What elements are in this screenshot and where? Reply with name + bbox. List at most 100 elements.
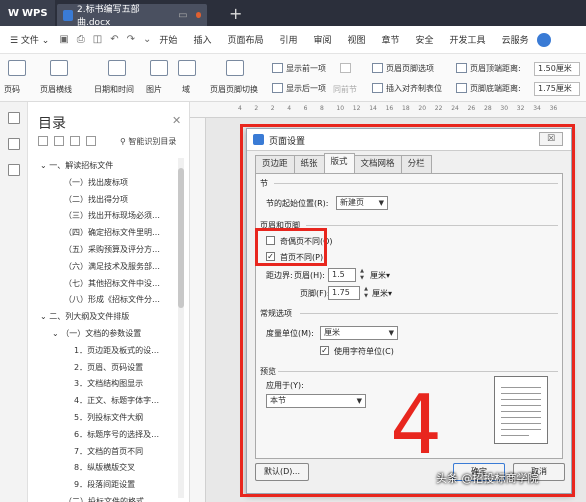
tab-margins[interactable]: 页边距 — [255, 155, 295, 173]
smart-toc-label: 智能识别目录 — [128, 137, 177, 146]
menu-start[interactable]: 开始 — [159, 33, 177, 46]
menu-dev-tools[interactable]: 开发工具 — [450, 33, 486, 46]
header-distance-label: 页眉(H): — [294, 271, 325, 280]
toc-item[interactable]: （八）形成《招标文件分… — [28, 292, 178, 309]
chevron-down-icon[interactable]: ⌄ — [143, 34, 151, 45]
toc-list: ⌄ 一、解读招标文件 （一）找出废标项 （二）找出得分项 （三）找出开标现场必须… — [28, 158, 178, 502]
header-top-input[interactable]: 1.50厘米 — [534, 62, 580, 76]
toc-item[interactable]: ⌄ 二、列大纲及文件排版 — [28, 309, 178, 326]
menu-review[interactable]: 审阅 — [313, 33, 331, 46]
toc-item[interactable]: 4．正文、标题字体字… — [28, 393, 178, 410]
print-icon[interactable]: ⎙ — [77, 34, 85, 45]
field-button[interactable]: 域 — [182, 84, 190, 95]
hf-options-icon — [372, 63, 383, 73]
show-next-button[interactable]: 显示后一项 — [286, 83, 326, 94]
dialog-close-button[interactable]: ☒ — [539, 132, 563, 146]
header-line-icon[interactable] — [50, 60, 68, 76]
field-icon[interactable] — [178, 60, 196, 76]
page-number-button[interactable]: 页码 — [4, 84, 20, 95]
hf-options-button[interactable]: 页眉页脚选项 — [386, 63, 434, 74]
toc-item[interactable]: （一）找出废标项 — [28, 175, 178, 192]
toc-item[interactable]: （六）满足技术及服务部… — [28, 259, 178, 276]
menu-references[interactable]: 引用 — [279, 33, 297, 46]
same-prev-button[interactable]: 同前节 — [333, 84, 357, 95]
toc-expand-icon[interactable] — [38, 136, 48, 146]
tab-columns[interactable]: 分栏 — [400, 155, 432, 173]
toc-scroll-thumb[interactable] — [178, 168, 184, 308]
menu-insert[interactable]: 插入 — [193, 33, 211, 46]
header-footer-switch-button[interactable]: 页眉页脚切换 — [210, 84, 258, 95]
toc-item[interactable]: （二）投标文件的格式 — [28, 494, 178, 502]
redo-icon[interactable]: ↷ — [127, 34, 135, 45]
apply-to-select[interactable]: 本节 ▼ — [266, 394, 366, 408]
step-number-annotation: 4 — [390, 378, 443, 473]
picture-button[interactable]: 图片 — [146, 84, 162, 95]
default-button[interactable]: 默认(D)... — [255, 463, 309, 481]
undo-icon[interactable]: ↶ — [110, 34, 118, 45]
bookmark-icon[interactable] — [8, 164, 20, 176]
toc-item[interactable]: 1．页边距及板式的设… — [28, 343, 178, 360]
menu-chapter[interactable]: 章节 — [382, 33, 400, 46]
header-spin-icon[interactable]: ▲ ▼ — [358, 268, 366, 282]
header-unit[interactable]: 厘米▾ — [370, 270, 390, 281]
ruler-tick-label: 4 — [287, 105, 292, 112]
section-start-select[interactable]: 新建页 ▼ — [336, 196, 388, 210]
toc-item[interactable]: （三）找出开标现场必须… — [28, 208, 178, 225]
footer-spin-icon[interactable]: ▲ ▼ — [362, 286, 370, 300]
footer-unit[interactable]: 厘米▾ — [372, 288, 392, 299]
footer-bottom-input[interactable]: 1.75厘米 — [534, 82, 580, 96]
divider — [306, 225, 558, 226]
toc-remove-icon[interactable] — [70, 136, 80, 146]
header-distance-input[interactable]: 1.5 — [328, 268, 356, 282]
header-line-button[interactable]: 页眉横线 — [40, 84, 72, 95]
pages-icon[interactable] — [8, 138, 20, 150]
menu-page-layout[interactable]: 页面布局 — [227, 33, 263, 46]
menu-cloud[interactable]: 云服务 — [502, 33, 529, 46]
close-icon[interactable]: ✕ — [172, 114, 181, 127]
toc-item[interactable]: （四）确定招标文件里明… — [28, 225, 178, 242]
toc-item[interactable]: 9．段落间距设置 — [28, 477, 178, 494]
datetime-button[interactable]: 日期和时间 — [94, 84, 134, 95]
align-tab-icon — [372, 83, 383, 93]
toc-scrollbar[interactable] — [178, 158, 184, 498]
toc-item[interactable]: （五）采购预算及评分方… — [28, 242, 178, 259]
toc-item[interactable]: 6．标题序号的选择及… — [28, 427, 178, 444]
chevron-down-icon: ▼ — [356, 397, 362, 405]
document-tab[interactable]: 2.标书编写五部曲.docx ▭ — [57, 4, 207, 28]
page-number-icon[interactable] — [8, 60, 26, 76]
new-tab-button[interactable]: + — [229, 4, 242, 23]
ruler-tick-label: 18 — [402, 105, 410, 112]
toc-item[interactable]: ⌄ 一、解读招标文件 — [28, 158, 178, 175]
picture-icon[interactable] — [150, 60, 168, 76]
insert-align-tab-button[interactable]: 插入对齐制表位 — [386, 83, 442, 94]
menu-security[interactable]: 安全 — [416, 33, 434, 46]
toc-item[interactable]: 2．页眉、页码设置 — [28, 360, 178, 377]
cloud-badge-icon[interactable] — [536, 32, 551, 47]
footer-distance-input[interactable]: 1.75 — [328, 286, 360, 300]
tab-paper[interactable]: 纸张 — [293, 155, 325, 173]
toc-add-icon[interactable] — [54, 136, 64, 146]
toc-item[interactable]: 7．文档的首页不同 — [28, 444, 178, 461]
tab-layout[interactable]: 版式 — [323, 153, 355, 173]
file-menu[interactable]: ☰ 文件 ⌄ — [10, 33, 49, 46]
smart-toc-button[interactable]: ⚲ 智能识别目录 — [120, 136, 176, 147]
toc-settings-icon[interactable] — [86, 136, 96, 146]
show-prev-button[interactable]: 显示前一项 — [286, 63, 326, 74]
switch-icon[interactable] — [226, 60, 244, 76]
toc-item[interactable]: 3．文档结构图显示 — [28, 376, 178, 393]
toc-item[interactable]: ⌄ （一）文档的参数设置 — [28, 326, 178, 343]
char-unit-checkbox[interactable]: ✓ — [320, 346, 329, 355]
toc-item[interactable]: 5．列投标文件大纲 — [28, 410, 178, 427]
wps-app-button[interactable]: W WPS — [0, 0, 55, 26]
calendar-icon[interactable] — [108, 60, 126, 76]
save-icon[interactable]: ▣ — [59, 34, 68, 45]
menu-view[interactable]: 视图 — [348, 33, 366, 46]
measure-unit-select[interactable]: 厘米 ▼ — [320, 326, 398, 340]
toc-item[interactable]: （七）其他招标文件中没… — [28, 276, 178, 293]
toc-item[interactable]: 8．纵版横版交叉 — [28, 460, 178, 477]
preview-icon[interactable]: ◫ — [93, 34, 102, 45]
tab-monitor-icon[interactable]: ▭ — [178, 10, 187, 21]
toc-panel-icon[interactable] — [8, 112, 20, 124]
tab-doc-grid[interactable]: 文档网格 — [353, 155, 402, 173]
toc-item[interactable]: （二）找出得分项 — [28, 192, 178, 209]
